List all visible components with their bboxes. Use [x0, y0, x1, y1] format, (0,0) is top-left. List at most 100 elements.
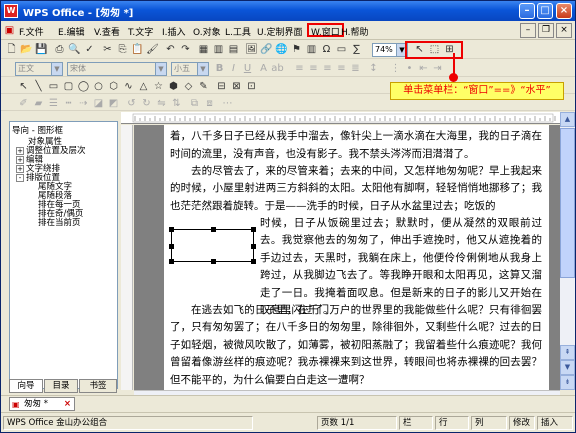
bring-front-icon[interactable]: ⧉ — [188, 97, 201, 110]
align-left-icon[interactable]: ≡ — [293, 62, 306, 75]
vertical-scrollbar[interactable]: ▲ ⇞ ▼ ⇟ — [560, 112, 575, 390]
doc-close-button[interactable]: × — [556, 23, 572, 38]
resize-handle[interactable] — [211, 227, 216, 232]
close-icon[interactable]: × — [64, 398, 71, 410]
wrap-text-icon[interactable]: ⋯ — [221, 97, 234, 110]
curve-tool-icon[interactable]: ∿ — [122, 80, 135, 93]
tree-item-current-page[interactable]: 排在当前页 — [38, 216, 81, 228]
line-color-icon[interactable]: ✐ — [17, 97, 30, 110]
print-preview-icon[interactable]: 🔍 — [68, 43, 81, 56]
page-down-icon[interactable]: ⇟ — [560, 375, 575, 390]
scroll-down-icon[interactable]: ▼ — [560, 360, 575, 375]
freeform-tool-icon[interactable]: ✎ — [197, 80, 210, 93]
group-icon[interactable]: ⊟ — [215, 80, 228, 93]
shadow-icon[interactable]: ◪ — [92, 97, 105, 110]
doc-minimize-button[interactable]: – — [520, 23, 536, 38]
menu-help[interactable]: H.帮助 — [341, 25, 368, 38]
textbox-icon[interactable]: ▤ — [227, 43, 240, 56]
document-page[interactable]: 我不知道他们给了我多少日子；但我的手确乎是渐渐空虚了。在默默里算着，八千多日子已… — [164, 125, 549, 390]
indent-icon[interactable]: ⇥ — [431, 62, 444, 75]
page-up-icon[interactable]: ⇞ — [560, 345, 575, 360]
formula-icon[interactable]: ∑ — [350, 43, 363, 56]
bullets-icon[interactable]: • — [403, 62, 416, 75]
collapse-icon[interactable]: - — [16, 173, 24, 182]
scroll-up-icon[interactable]: ▲ — [560, 112, 575, 127]
zoom-select[interactable]: 74% ▼ — [372, 43, 408, 57]
ungroup-icon[interactable]: ⊠ — [230, 80, 243, 93]
3d-icon[interactable]: ◩ — [107, 97, 120, 110]
ellipse-tool-icon[interactable]: ◯ — [77, 80, 90, 93]
flip-v-icon[interactable]: ⇅ — [170, 97, 183, 110]
menu-customize[interactable]: U.定制界面 — [257, 25, 302, 38]
maximize-button[interactable]: □ — [537, 3, 553, 19]
align-center-icon[interactable]: ≡ — [307, 62, 320, 75]
status-insert[interactable]: 插入 — [537, 416, 573, 430]
bold-icon[interactable]: B — [213, 62, 226, 75]
rotate-left-icon[interactable]: ↺ — [125, 97, 138, 110]
symbol-icon[interactable]: Ω — [320, 43, 333, 56]
justify-icon[interactable]: ≡ — [335, 62, 348, 75]
rectangle-tool-icon[interactable]: ▭ — [47, 80, 60, 93]
resize-handle[interactable] — [169, 259, 174, 264]
document-area[interactable]: 我不知道他们给了我多少日子；但我的手确乎是渐渐空虚了。在默默里算着，八千多日子已… — [134, 125, 560, 390]
scroll-thumb[interactable] — [560, 128, 575, 278]
paragraph[interactable]: 去的尽管去了，来的尽管来着；去来的中间，又怎样地匆匆呢？早上我起来的时候，小屋里… — [170, 163, 542, 215]
menu-file[interactable]: F.文件 — [19, 25, 44, 38]
columns-icon[interactable]: ▥ — [305, 43, 318, 56]
polygon-tool-icon[interactable]: ⬡ — [107, 80, 120, 93]
menu-tools[interactable]: L.工具 — [225, 25, 251, 38]
minimize-button[interactable]: – — [519, 3, 535, 19]
distribute-icon[interactable]: ≣ — [349, 62, 362, 75]
line-tool-icon[interactable]: ╲ — [32, 80, 45, 93]
diamond-tool-icon[interactable]: ◇ — [182, 80, 195, 93]
spell-check-icon[interactable]: ✓ — [83, 43, 96, 56]
dash-style-icon[interactable]: ┅ — [62, 97, 75, 110]
paste-icon[interactable]: 📋 — [131, 43, 144, 56]
font-color-icon[interactable]: A — [257, 62, 270, 75]
hexagon-tool-icon[interactable]: ⬢ — [167, 80, 180, 93]
resize-handle[interactable] — [169, 227, 174, 232]
outdent-icon[interactable]: ⇤ — [417, 62, 430, 75]
horizontal-ruler[interactable] — [121, 112, 560, 124]
redo-icon[interactable]: ↷ — [179, 43, 192, 56]
resize-handle[interactable] — [169, 244, 174, 249]
open-icon[interactable]: 📂 — [20, 43, 33, 56]
rotate-right-icon[interactable]: ↻ — [140, 97, 153, 110]
triangle-tool-icon[interactable]: △ — [137, 80, 150, 93]
line-style-icon[interactable]: ☰ — [47, 97, 60, 110]
print-icon[interactable]: ⎙ — [53, 43, 66, 56]
undo-icon[interactable]: ↶ — [164, 43, 177, 56]
doc-icon[interactable]: ▣ — [3, 24, 16, 37]
line-spacing-icon[interactable]: ↕ — [367, 62, 380, 75]
underline-icon[interactable]: U — [241, 62, 254, 75]
highlight-icon[interactable]: ab — [271, 62, 284, 75]
web-icon[interactable]: 🌐 — [275, 43, 288, 56]
doc-tab[interactable]: ▣ 匆匆 * × — [9, 397, 75, 411]
size-select[interactable]: 小五 ▼ — [171, 62, 209, 76]
vertical-ruler[interactable] — [121, 125, 133, 390]
menu-view[interactable]: V.查看 — [94, 25, 120, 38]
menu-insert[interactable]: I.插入 — [162, 25, 186, 38]
text-frame[interactable] — [169, 227, 256, 264]
tab-toc[interactable]: 目录 — [44, 379, 78, 393]
format-painter-icon[interactable]: 🖌 — [146, 43, 159, 56]
circle-tool-icon[interactable]: ○ — [92, 80, 105, 93]
cut-icon[interactable]: ✂ — [101, 43, 114, 56]
fill-color-icon[interactable]: ▰ — [32, 97, 45, 110]
send-back-icon[interactable]: ⧈ — [203, 97, 216, 110]
star-tool-icon[interactable]: ☆ — [152, 80, 165, 93]
flip-h-icon[interactable]: ⇋ — [155, 97, 168, 110]
arrow-tool-icon[interactable]: ↖ — [17, 80, 30, 93]
resize-handle[interactable] — [211, 259, 216, 264]
chart-icon[interactable]: ▥ — [212, 43, 225, 56]
flag-icon[interactable]: ⚑ — [290, 43, 303, 56]
menu-edit[interactable]: E.编辑 — [58, 25, 85, 38]
align-objects-icon[interactable]: ⊡ — [245, 80, 258, 93]
numbering-icon[interactable]: ⋮ — [389, 62, 402, 75]
tab-bookmarks[interactable]: 书签 — [79, 379, 117, 393]
paragraph[interactable]: 在逃去如飞的日子里，在千门万户的世界里的我能做些什么呢？只有徘徊罢了，只有匆匆罢… — [170, 302, 542, 389]
align-right-icon[interactable]: ≡ — [321, 62, 334, 75]
font-select[interactable]: 宋体 ▼ — [67, 62, 167, 76]
resize-handle[interactable] — [251, 227, 256, 232]
style-select[interactable]: 正文 ▼ — [15, 62, 63, 76]
